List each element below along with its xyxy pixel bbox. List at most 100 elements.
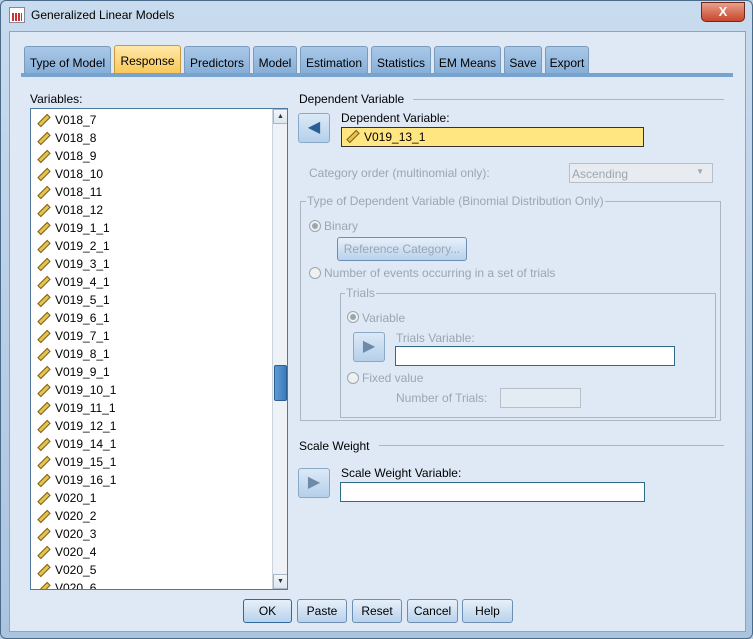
category-order-label: Category order (multinomial only): xyxy=(309,166,490,180)
trials-group-label: Trials xyxy=(345,286,376,300)
cancel-button[interactable]: Cancel xyxy=(407,599,458,623)
tab-type-of-model[interactable]: Type of Model xyxy=(24,46,111,74)
variable-list-item[interactable]: V018_11 xyxy=(35,183,102,201)
variable-list-item[interactable]: V018_9 xyxy=(35,147,96,165)
variables-list[interactable]: V018_7 V018_8 V018_9 V018_10 V018_11 V018_12 V… xyxy=(30,108,288,590)
variable-list-item[interactable]: V018_10 xyxy=(35,165,103,183)
variable-list-item[interactable]: V018_8 xyxy=(35,129,96,147)
tab-strip-underline xyxy=(21,73,733,77)
variables-scrollbar[interactable]: ▲ ▼ xyxy=(272,109,287,589)
scroll-down-button[interactable]: ▼ xyxy=(273,574,287,589)
tab-save[interactable]: Save xyxy=(504,46,542,74)
tab-estimation[interactable]: Estimation xyxy=(300,46,368,74)
trials-variable-field[interactable] xyxy=(395,346,675,366)
scale-ruler-icon xyxy=(37,293,51,308)
variable-name: V020_1 xyxy=(55,491,97,505)
variable-name: V019_2_1 xyxy=(55,239,110,253)
tab-predictors[interactable]: Predictors xyxy=(184,46,250,74)
scale-ruler-icon xyxy=(37,275,51,290)
variable-label: Variable xyxy=(362,311,406,325)
help-button[interactable]: Help xyxy=(462,599,513,623)
paste-button[interactable]: Paste xyxy=(297,599,347,623)
variables-label: Variables: xyxy=(30,92,83,106)
variable-list-item[interactable]: V018_7 xyxy=(35,111,96,129)
reference-category-button[interactable]: Reference Category... xyxy=(337,237,467,261)
variable-list-item[interactable]: V019_2_1 xyxy=(35,237,110,255)
variable-list-item[interactable]: V019_15_1 xyxy=(35,453,116,471)
variable-list-item[interactable]: V020_4 xyxy=(35,543,96,561)
scale-ruler-icon xyxy=(37,491,51,506)
variable-list-item[interactable]: V019_14_1 xyxy=(35,435,116,453)
variable-list-item[interactable]: V019_11_1 xyxy=(35,399,116,417)
variable-list-item[interactable]: V018_12 xyxy=(35,201,103,219)
number-of-trials-field[interactable] xyxy=(500,388,581,408)
variable-list-item[interactable]: V019_16_1 xyxy=(35,471,116,489)
variable-list-item[interactable]: V020_1 xyxy=(35,489,96,507)
variable-name: V018_8 xyxy=(55,131,97,145)
fixed-value-radio[interactable] xyxy=(347,372,359,384)
variable-radio[interactable] xyxy=(347,311,359,323)
tab-em-means[interactable]: EM Means xyxy=(434,46,501,74)
variable-list-item[interactable]: V020_2 xyxy=(35,507,96,525)
fixed-value-label: Fixed value xyxy=(362,371,424,385)
variable-list-item[interactable]: V019_6_1 xyxy=(35,309,110,327)
scale-ruler-icon xyxy=(37,329,51,344)
variable-list-item[interactable]: V020_5 xyxy=(35,561,96,579)
tab-model[interactable]: Model xyxy=(253,46,297,74)
variable-list-item[interactable]: V020_6 xyxy=(35,579,97,590)
move-to-trials-button[interactable]: ▶ xyxy=(353,332,385,362)
variable-list-item[interactable]: V019_7_1 xyxy=(35,327,110,345)
arrow-left-icon: ◀ xyxy=(307,119,321,136)
variable-list-item[interactable]: V019_4_1 xyxy=(35,273,110,291)
variable-name: V018_11 xyxy=(55,185,103,199)
variable-name: V019_16_1 xyxy=(55,473,117,487)
scale-ruler-icon xyxy=(37,257,51,272)
variable-name: V019_12_1 xyxy=(55,419,117,433)
scale-ruler-icon xyxy=(37,455,51,470)
dependent-field-label: Dependent Variable: xyxy=(341,111,450,125)
dependent-variable-value: V019_13_1 xyxy=(364,130,426,144)
scroll-up-button[interactable]: ▲ xyxy=(273,109,287,124)
reset-button[interactable]: Reset xyxy=(352,599,402,623)
ok-button[interactable]: OK xyxy=(243,599,292,623)
variable-list-item[interactable]: V019_5_1 xyxy=(35,291,110,309)
scroll-thumb[interactable] xyxy=(274,365,287,401)
variable-list-item[interactable]: V020_3 xyxy=(35,525,96,543)
scale-ruler-icon xyxy=(37,527,51,542)
events-radio[interactable] xyxy=(309,267,321,279)
scale-weight-field[interactable] xyxy=(340,482,645,502)
scale-ruler-icon xyxy=(37,581,51,589)
variable-name: V019_7_1 xyxy=(55,329,110,343)
variable-name: V020_3 xyxy=(55,527,97,541)
scale-ruler-icon xyxy=(37,149,51,164)
close-button[interactable]: X xyxy=(701,2,745,22)
scale-ruler-icon xyxy=(346,129,360,144)
tab-response[interactable]: Response xyxy=(114,45,181,73)
dependent-variable-field[interactable]: V019_13_1 xyxy=(341,127,644,147)
move-to-scale-weight-button[interactable]: ▶ xyxy=(298,468,330,498)
variable-list-item[interactable]: V019_3_1 xyxy=(35,255,110,273)
move-to-dependent-button[interactable]: ◀ xyxy=(298,113,330,143)
variable-name: V020_6 xyxy=(55,581,97,590)
scale-ruler-icon xyxy=(37,221,51,236)
category-order-dropdown[interactable]: Ascending ▼ xyxy=(569,163,713,183)
variable-list-item[interactable]: V019_10_1 xyxy=(35,381,116,399)
variable-name: V019_5_1 xyxy=(55,293,110,307)
variable-name: V019_10_1 xyxy=(55,383,117,397)
arrow-right-icon: ▶ xyxy=(307,474,321,491)
scale-ruler-icon xyxy=(37,203,51,218)
tab-export[interactable]: Export xyxy=(545,46,589,74)
variable-list-item[interactable]: V019_8_1 xyxy=(35,345,110,363)
variable-name: V018_7 xyxy=(55,113,97,127)
variable-list-item[interactable]: V019_1_1 xyxy=(35,219,110,237)
scale-weight-group-label: Scale Weight xyxy=(299,439,370,453)
variable-list-item[interactable]: V019_12_1 xyxy=(35,417,116,435)
scale-ruler-icon xyxy=(37,131,51,146)
binary-radio[interactable] xyxy=(309,220,321,232)
scale-ruler-icon xyxy=(37,311,51,326)
variable-list-item[interactable]: V019_9_1 xyxy=(35,363,110,381)
scale-ruler-icon xyxy=(37,167,51,182)
scale-ruler-icon xyxy=(37,347,51,362)
scale-weight-field-label: Scale Weight Variable: xyxy=(341,466,462,480)
tab-statistics[interactable]: Statistics xyxy=(371,46,431,74)
